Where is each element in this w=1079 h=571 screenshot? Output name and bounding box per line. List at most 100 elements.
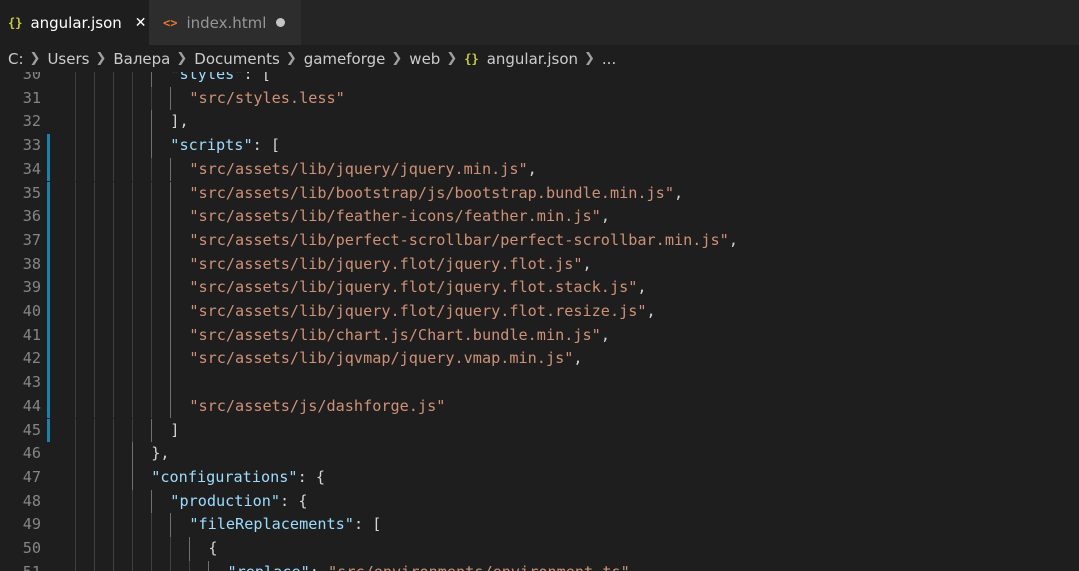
code-line[interactable]: 34 "src/assets/lib/jquery/jquery.min.js", <box>0 157 1079 182</box>
modified-line-marker[interactable] <box>47 181 50 206</box>
code-line[interactable]: 48 "production": { <box>0 489 1079 514</box>
code-line[interactable]: 40 "src/assets/lib/jquery.flot/jquery.flo… <box>0 300 1079 324</box>
line-number: 33 <box>22 136 41 155</box>
unsaved-dot-icon[interactable] <box>276 18 286 27</box>
code-line[interactable]: 36 "src/assets/lib/feather-icons/feather.… <box>0 205 1079 229</box>
json-punctuation: , <box>527 159 537 178</box>
indent-guide <box>75 418 77 443</box>
modified-line-marker[interactable] <box>47 252 50 277</box>
breadcrumb-user-folder[interactable]: Валера <box>113 50 170 68</box>
code-line[interactable]: 37 "src/assets/lib/perfect-scrollbar/perf… <box>0 228 1079 253</box>
indent-guide <box>94 72 96 87</box>
indent-guide <box>113 205 115 229</box>
modified-line-marker[interactable] <box>47 276 50 300</box>
json-key: "production" <box>170 491 281 510</box>
modified-line-marker[interactable] <box>47 323 50 348</box>
code-text[interactable]: }, <box>151 442 169 466</box>
code-line[interactable]: 44 "src/assets/js/dashforge.js" <box>0 394 1079 419</box>
code-line[interactable]: 41 "src/assets/lib/chart.js/Chart.bundle.… <box>0 323 1079 348</box>
json-punctuation: , <box>637 278 647 297</box>
indent-guide <box>75 252 77 277</box>
indent-guide <box>94 252 96 277</box>
json-punctuation: ], <box>170 112 189 131</box>
code-line[interactable]: 43 <box>0 371 1079 395</box>
breadcrumb-web[interactable]: web <box>409 50 440 68</box>
modified-line-marker[interactable] <box>47 371 50 395</box>
code-text[interactable]: "src/assets/lib/bootstrap/js/bootstrap.b… <box>189 182 683 206</box>
modified-line-marker[interactable] <box>47 228 50 253</box>
code-text[interactable]: "production": { <box>170 490 307 514</box>
code-line[interactable]: 30 "styles": [ <box>0 72 1079 87</box>
indent-guide <box>113 347 115 372</box>
code-line[interactable]: 51 "replace": "src/environments/environme… <box>0 560 1079 571</box>
close-icon[interactable]: ✕ <box>135 15 147 31</box>
code-text[interactable]: "scripts": [ <box>170 134 280 158</box>
indent-guide <box>113 323 115 348</box>
indent-guide <box>94 465 96 490</box>
code-line[interactable]: 42 "src/assets/lib/jqvmap/jquery.vmap.min… <box>0 347 1079 372</box>
indent-guide <box>113 86 115 111</box>
indent-guide <box>75 134 77 158</box>
indent-guide <box>94 110 96 135</box>
line-number: 39 <box>22 278 41 297</box>
indent-guide <box>75 371 77 395</box>
code-line[interactable]: 31 "src/styles.less" <box>0 86 1079 111</box>
line-number: 50 <box>22 539 41 557</box>
code-text[interactable]: ] <box>170 419 179 443</box>
breadcrumb-more[interactable]: ... <box>602 50 616 68</box>
indent-guide <box>151 560 153 571</box>
code-text[interactable]: "src/assets/lib/jquery.flot/jquery.flot.… <box>189 276 646 300</box>
indent-guide <box>132 110 134 135</box>
tab-angular-json[interactable]: {} angular.json ✕ <box>0 0 149 45</box>
code-line[interactable]: 50 { <box>0 537 1079 561</box>
indent-guide <box>75 72 77 87</box>
chevron-right-icon: ❯ <box>29 51 41 66</box>
json-punctuation: : <box>310 563 328 571</box>
code-line[interactable]: 32], <box>0 110 1079 135</box>
code-text[interactable]: "configurations": { <box>151 466 325 490</box>
code-text[interactable]: { <box>208 537 217 561</box>
breadcrumb-file[interactable]: angular.json <box>487 50 578 68</box>
code-text[interactable]: "src/assets/lib/jqvmap/jquery.vmap.min.j… <box>189 347 582 371</box>
code-text[interactable]: ], <box>170 110 188 134</box>
code-text[interactable]: "fileReplacements": [ <box>189 513 381 537</box>
json-punctuation: , <box>573 349 583 368</box>
modified-line-marker[interactable] <box>47 205 50 229</box>
breadcrumb-documents[interactable]: Documents <box>194 50 280 68</box>
code-editor[interactable]: 30 "styles": [31 "src/styles.less" 32], 33 "s… <box>0 72 1079 571</box>
tab-index-html[interactable]: <> index.html <box>149 0 301 45</box>
json-string: "src/assets/lib/bootstrap/js/bootstrap.b… <box>189 183 674 202</box>
indent-guide <box>94 276 96 300</box>
code-text[interactable]: "src/assets/lib/jquery.flot/jquery.flot.… <box>189 300 655 324</box>
code-line[interactable]: 45] <box>0 418 1079 443</box>
code-line[interactable]: 47 "configurations": { <box>0 465 1079 490</box>
code-line[interactable]: 38 "src/assets/lib/jquery.flot/jquery.flo… <box>0 252 1079 277</box>
breadcrumb-drive[interactable]: C: <box>8 50 24 68</box>
modified-line-marker[interactable] <box>47 300 50 324</box>
code-text[interactable]: "src/assets/js/dashforge.js" <box>189 395 445 419</box>
indent-guide <box>151 276 153 300</box>
indent-guide <box>113 300 115 324</box>
code-line[interactable]: 49 "fileReplacements": [ <box>0 513 1079 537</box>
code-line[interactable]: 46}, <box>0 442 1079 466</box>
code-text[interactable]: "src/assets/lib/chart.js/Chart.bundle.mi… <box>189 324 610 348</box>
code-text[interactable]: "replace": "src/environments/environment… <box>227 561 639 571</box>
code-text[interactable]: "src/assets/lib/jquery/jquery.min.js", <box>189 158 536 182</box>
code-line[interactable]: 35 "src/assets/lib/bootstrap/js/bootstrap… <box>0 181 1079 206</box>
breadcrumb-users[interactable]: Users <box>47 50 89 68</box>
modified-line-marker[interactable] <box>47 394 50 419</box>
modified-line-marker[interactable] <box>47 157 50 182</box>
breadcrumb-gameforge[interactable]: gameforge <box>304 50 386 68</box>
code-text[interactable]: "src/styles.less" <box>189 87 344 111</box>
json-file-icon: {} <box>8 15 23 30</box>
modified-line-marker[interactable] <box>47 134 50 158</box>
code-text[interactable]: "src/assets/lib/feather-icons/feather.mi… <box>189 205 610 229</box>
code-text[interactable]: "styles": [ <box>170 72 271 87</box>
code-text[interactable]: "src/assets/lib/perfect-scrollbar/perfec… <box>189 229 738 253</box>
indent-guide <box>75 347 77 372</box>
code-text[interactable]: "src/assets/lib/jquery.flot/jquery.flot.… <box>189 253 591 277</box>
code-line[interactable]: 33 "scripts": [ <box>0 134 1079 158</box>
code-line[interactable]: 39 "src/assets/lib/jquery.flot/jquery.flo… <box>0 276 1079 300</box>
modified-line-marker[interactable] <box>47 418 50 443</box>
modified-line-marker[interactable] <box>47 347 50 372</box>
